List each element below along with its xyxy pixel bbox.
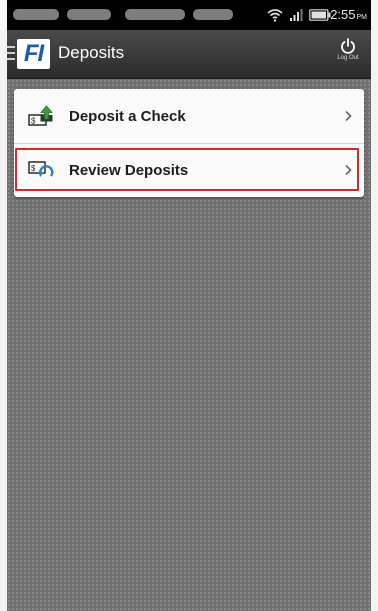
fi-logo[interactable]: FI: [17, 39, 50, 69]
wifi-icon: [267, 9, 283, 22]
blurred-notification-icons: [13, 9, 59, 20]
logo-text: FI: [23, 40, 44, 67]
deposit-check-item[interactable]: $ Deposit a Check: [14, 89, 364, 144]
review-deposits-icon: $: [28, 161, 54, 177]
blurred-notification-icons: [125, 9, 185, 20]
blurred-notification-icons: [67, 9, 111, 20]
blurred-notification-icons: [193, 9, 233, 20]
deposits-menu: $ Deposit a Check $ Review Deposits: [14, 89, 364, 197]
status-bar: 2:55PM: [7, 0, 371, 30]
time-text: 2:55: [330, 7, 356, 22]
phone-screen: 2:55PM FI Deposits Log Out $ Deposit a C…: [7, 0, 371, 611]
content-area: $ Deposit a Check $ Review Deposits: [7, 79, 371, 611]
app-header: FI Deposits Log Out: [7, 30, 371, 79]
deposit-check-icon: $: [28, 105, 53, 126]
hamburger-icon[interactable]: [7, 46, 16, 60]
review-deposits-item[interactable]: $ Review Deposits: [14, 143, 364, 197]
chevron-right-icon: [345, 164, 352, 176]
time-suffix: PM: [356, 14, 368, 21]
battery-icon: [309, 9, 331, 21]
power-icon: [341, 38, 355, 54]
svg-text:$: $: [31, 164, 36, 173]
deposit-check-label: Deposit a Check: [69, 107, 186, 125]
logout-label: Log Out: [337, 55, 359, 61]
review-deposits-label: Review Deposits: [69, 161, 189, 179]
svg-text:$: $: [31, 117, 36, 126]
chevron-right-icon: [345, 110, 352, 122]
status-time: 2:55PM: [330, 7, 367, 22]
page-title: Deposits: [58, 43, 125, 62]
signal-icon: [290, 9, 303, 21]
logout-button[interactable]: Log Out: [331, 38, 365, 72]
status-icons: [267, 6, 331, 24]
